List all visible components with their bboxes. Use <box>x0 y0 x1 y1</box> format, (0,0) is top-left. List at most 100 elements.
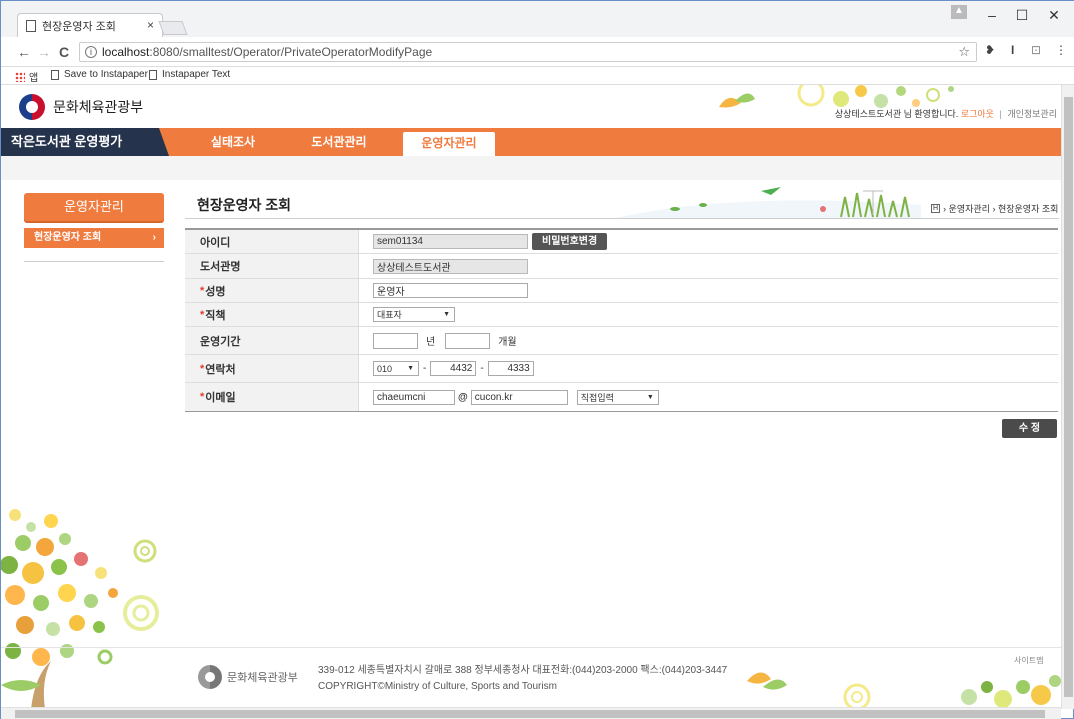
extension-icon[interactable]: ❥ <box>985 43 995 57</box>
minimize-button[interactable]: – <box>977 7 1007 23</box>
select-value: 010 <box>377 363 393 374</box>
gnb-item-survey[interactable]: 실태조사 <box>187 128 279 156</box>
select-value: 직접입력 <box>580 392 614 403</box>
dash: - <box>423 363 427 374</box>
address-bar[interactable]: i localhost:8080/smalltest/Operator/Priv… <box>79 42 977 62</box>
footer-info: 339-012 세종특별자치시 갈매로 388 정부세종청사 대표전화:(044… <box>318 663 727 695</box>
bookmarks-bar: 앱 Save to Instapaper Instapaper Text <box>1 67 1074 85</box>
chevron-down-icon: ▼ <box>407 365 414 372</box>
lnb-item-label: 현장운영자 조회 <box>34 232 102 243</box>
extension-instapaper-icon[interactable]: I <box>1011 43 1014 57</box>
close-window-button[interactable]: ✕ <box>1039 7 1069 24</box>
footer-copyright: COPYRIGHT©Ministry of Culture, Sports an… <box>318 681 557 692</box>
divider <box>24 261 164 262</box>
sitemap-link[interactable]: 사이트맵 <box>1014 655 1043 666</box>
vertical-scrollbar[interactable] <box>1061 85 1074 709</box>
footer-decoration <box>747 672 1061 709</box>
breadcrumb: H › 운영자관리 › 현장운영자 조회 <box>931 202 1058 215</box>
form-row-email: *이메일 @ 직접입력 ▼ <box>185 383 1058 411</box>
reload-button[interactable]: C <box>59 44 69 60</box>
menu-icon[interactable]: ⋮ <box>1055 43 1067 57</box>
dash: - <box>480 363 484 374</box>
title-decoration <box>611 187 921 219</box>
chevron-down-icon: ▼ <box>443 311 450 318</box>
bookmark-save-to-instapaper[interactable]: Save to Instapaper <box>51 69 148 80</box>
government-emblem-icon <box>198 665 222 689</box>
field-label: 아이디 <box>185 230 359 253</box>
bookmark-instapaper-text[interactable]: Instapaper Text <box>149 69 230 80</box>
library-name-field <box>373 258 528 274</box>
maximize-button[interactable]: ☐ <box>1007 7 1037 24</box>
field-label: * 연락처 <box>185 355 359 382</box>
phone-prefix-select[interactable]: 010 ▼ <box>373 361 419 376</box>
bookmark-label: 앱 <box>29 73 39 84</box>
sub-nav-bar <box>1 156 1061 180</box>
back-button[interactable]: ← <box>17 44 31 60</box>
gnb-item-operator-management[interactable]: 운영자관리 <box>403 132 495 156</box>
at-sign: @ <box>458 391 468 403</box>
gnb-item-library-management[interactable]: 도서관관리 <box>293 128 385 156</box>
footer-logo: 문화체육관광부 <box>198 665 298 689</box>
browser-window: 현장운영자 조회 × ▲ – ☐ ✕ ← → C i localhost:808… <box>0 0 1074 719</box>
field-label: 도서관명 <box>185 254 359 278</box>
modify-button[interactable]: 수 정 <box>1002 419 1057 438</box>
field-label: * 이메일 <box>185 383 359 411</box>
new-tab-button[interactable] <box>158 21 188 35</box>
site-logo[interactable]: 문화체육관광부 <box>19 94 143 120</box>
privacy-link[interactable]: 개인정보관리 <box>1007 109 1057 119</box>
home-icon[interactable]: H <box>931 204 941 213</box>
field-label: 운영기간 <box>185 327 359 354</box>
required-mark: * <box>200 308 205 321</box>
period-month-field[interactable] <box>445 332 491 349</box>
phone-middle-field[interactable] <box>430 361 477 376</box>
email-domain-select[interactable]: 직접입력 ▼ <box>576 389 659 405</box>
scrollbar-thumb[interactable] <box>1064 97 1073 697</box>
page-icon <box>26 19 36 32</box>
logout-link[interactable]: 로그아웃 <box>961 109 994 119</box>
apps-icon <box>15 71 25 82</box>
page-content: 문화체육관광부 상상테스트도서관 님 환영합니다. 로그아웃 | 개인정보관리 … <box>1 85 1061 709</box>
bookmark-apps[interactable]: 앱 <box>15 69 38 84</box>
user-info: 상상테스트도서관 님 환영합니다. 로그아웃 | 개인정보관리 <box>835 107 1057 120</box>
required-mark: * <box>200 362 205 375</box>
site-logo-text: 문화체육관광부 <box>53 99 144 115</box>
form-row-library: 도서관명 <box>185 254 1058 279</box>
change-password-button[interactable]: 비밀번호변경 <box>532 233 608 250</box>
bookmark-label: Save to Instapaper <box>64 69 148 80</box>
chevron-down-icon: ▼ <box>646 393 654 401</box>
profile-icon[interactable]: ▲ <box>951 5 967 19</box>
separator: | <box>999 109 1002 119</box>
email-id-field[interactable] <box>373 389 455 405</box>
horizontal-scrollbar[interactable] <box>1 707 1061 719</box>
email-domain-field[interactable] <box>470 389 568 405</box>
period-year-field[interactable] <box>373 332 418 349</box>
page-icon <box>51 69 59 80</box>
forward-button[interactable]: → <box>37 44 51 60</box>
required-mark: * <box>200 284 205 297</box>
name-field[interactable] <box>373 283 528 298</box>
bookmark-star-icon[interactable]: ☆ <box>958 43 970 61</box>
breadcrumb-path: › 운영자관리 › 현장운영자 조회 <box>943 204 1059 214</box>
url-path: :8080/smalltest/Operator/PrivateOperator… <box>149 45 433 59</box>
field-label-text: 연락처 <box>205 363 236 376</box>
tree-decoration <box>1 509 159 709</box>
info-icon[interactable]: i <box>85 46 97 58</box>
form-row-name: * 성명 <box>185 279 1058 303</box>
browser-tab[interactable]: 현장운영자 조회 × <box>17 13 163 37</box>
page-title: 현장운영자 조회 <box>197 197 292 213</box>
toolbar: ← → C i localhost:8080/smalltest/Operato… <box>1 37 1074 67</box>
unit-year: 년 <box>426 337 436 348</box>
unit-month: 개월 <box>498 337 517 348</box>
tab-close-icon[interactable]: × <box>147 18 154 32</box>
bookmark-label: Instapaper Text <box>162 69 231 80</box>
form-row-phone: *연락처 010 ▼ - - <box>185 355 1058 383</box>
position-select[interactable]: 대표자 ▼ <box>373 307 455 322</box>
scrollbar-thumb[interactable] <box>15 710 1045 718</box>
extension-text-icon[interactable]: ⊡ <box>1031 43 1041 57</box>
phone-last-field[interactable] <box>487 361 534 376</box>
lnb-item-operator-lookup[interactable]: 현장운영자 조회 › <box>24 228 164 248</box>
gnb-brand[interactable]: 작은도서관 운영평가 <box>1 128 169 156</box>
global-nav: 작은도서관 운영평가 실태조사 도서관관리 운영자관리 <box>1 128 1061 156</box>
form-row-id: 아이디 비밀번호변경 <box>185 230 1058 254</box>
form-row-period: 운영기간 년 개월 <box>185 327 1058 355</box>
